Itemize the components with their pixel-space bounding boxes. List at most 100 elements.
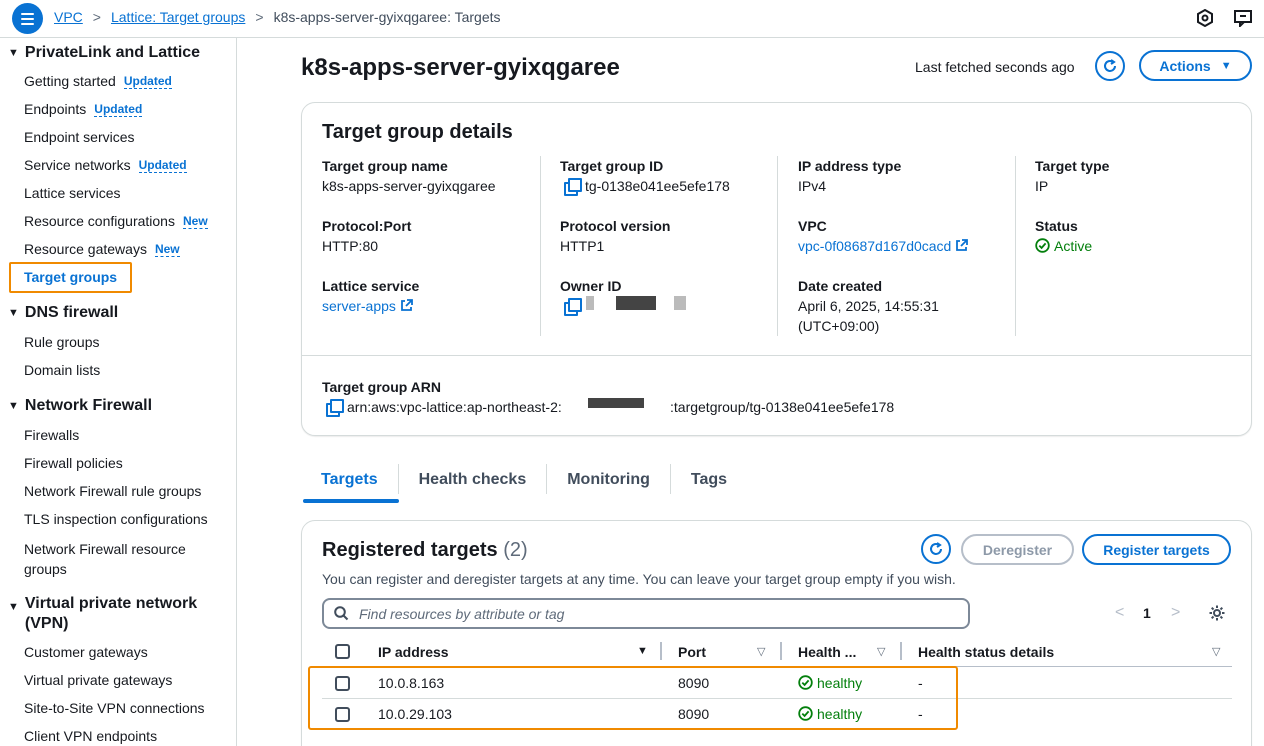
divider	[540, 156, 541, 336]
column-resizer[interactable]	[900, 642, 902, 660]
search-field[interactable]	[322, 598, 970, 629]
active-tab-indicator	[303, 499, 399, 503]
sidebar-item-resource-gateways[interactable]: Resource gateways New	[24, 241, 180, 257]
column-ip-address[interactable]: IP address	[378, 644, 449, 660]
lattice-service-link[interactable]: server-apps	[322, 298, 413, 314]
tab-targets[interactable]: Targets	[301, 464, 399, 494]
vpc-link[interactable]: vpc-0f08687d167d0cacd	[798, 238, 969, 254]
pagination-next-icon[interactable]: >	[1171, 604, 1180, 622]
redacted-block	[674, 296, 686, 310]
last-fetched-text: Last fetched seconds ago	[915, 59, 1075, 75]
new-badge[interactable]: New	[182, 214, 208, 229]
sidebar-item-getting-started[interactable]: Getting started Updated	[24, 73, 172, 89]
refresh-button[interactable]	[1095, 51, 1125, 81]
actions-dropdown-button[interactable]: Actions ▼	[1139, 50, 1252, 81]
breadcrumb-lattice-target-groups[interactable]: Lattice: Target groups	[111, 9, 245, 25]
register-targets-button[interactable]: Register targets	[1082, 534, 1231, 565]
tg-id-value: tg-0138e041ee5efe178	[564, 178, 730, 196]
sidebar-item-site-to-site-vpn[interactable]: Site-to-Site VPN connections	[24, 700, 205, 716]
lattice-service-label: Lattice service	[322, 278, 420, 294]
chevron-right-icon: >	[255, 9, 264, 25]
notifications-icon[interactable]	[1196, 9, 1214, 27]
updated-badge[interactable]: Updated	[138, 158, 187, 173]
registered-targets-title: Registered targets (2)	[322, 539, 528, 561]
sort-icon[interactable]: ▽	[1212, 645, 1220, 658]
sidebar: ▼ PrivateLink and Lattice Getting started…	[0, 38, 237, 746]
sidebar-section-network-firewall[interactable]: ▼ Network Firewall	[8, 397, 152, 415]
sidebar-item-resource-configurations[interactable]: Resource configurations New	[24, 213, 208, 229]
sort-icon[interactable]: ▽	[877, 645, 885, 658]
date-created-timezone: (UTC+09:00)	[798, 318, 880, 334]
tab-tags[interactable]: Tags	[671, 464, 747, 494]
arn-suffix: :targetgroup/tg-0138e041ee5efe178	[670, 399, 895, 415]
search-input[interactable]	[359, 605, 939, 622]
sidebar-item-firewall-policies[interactable]: Firewall policies	[24, 455, 123, 471]
feedback-icon[interactable]	[1234, 9, 1252, 27]
tab-monitoring[interactable]: Monitoring	[547, 464, 671, 494]
sidebar-section-dns-firewall[interactable]: ▼ DNS firewall	[8, 304, 118, 322]
tab-health-checks[interactable]: Health checks	[399, 464, 548, 494]
sort-desc-icon[interactable]: ▼	[637, 645, 648, 657]
sidebar-item-nf-rule-groups[interactable]: Network Firewall rule groups	[24, 483, 201, 499]
column-health-status-details[interactable]: Health status details	[918, 644, 1054, 660]
column-resizer[interactable]	[780, 642, 782, 660]
top-navigation-bar: VPC > Lattice: Target groups > k8s-apps-…	[0, 0, 1264, 38]
sidebar-item-tls-inspection[interactable]: TLS inspection configurations	[24, 511, 208, 527]
hamburger-menu-icon[interactable]	[12, 3, 43, 34]
sidebar-item-client-vpn-endpoints[interactable]: Client VPN endpoints	[24, 728, 157, 744]
sidebar-item-service-networks[interactable]: Service networks Updated	[24, 157, 187, 173]
redacted-block	[588, 398, 644, 408]
copy-icon[interactable]	[564, 178, 582, 196]
sidebar-item-target-groups[interactable]: Target groups	[24, 269, 117, 285]
tg-name-label: Target group name	[322, 158, 448, 174]
top-icons	[1196, 9, 1252, 27]
protocol-version-label: Protocol version	[560, 218, 671, 234]
status-value: Active	[1035, 238, 1092, 254]
divider	[777, 156, 778, 336]
sidebar-item-lattice-services[interactable]: Lattice services	[24, 185, 120, 201]
page-title: k8s-apps-server-gyixqgaree	[301, 54, 620, 81]
external-link-icon	[401, 299, 413, 311]
column-resizer[interactable]	[660, 642, 662, 660]
rows-highlight	[308, 666, 958, 730]
copy-icon[interactable]	[564, 298, 582, 316]
sidebar-section-privatelink[interactable]: ▼ PrivateLink and Lattice	[8, 44, 200, 62]
redacted-block	[586, 296, 594, 310]
caret-down-icon: ▼	[8, 47, 19, 59]
protocol-port-value: HTTP:80	[322, 238, 379, 254]
pagination-prev-icon[interactable]: <	[1115, 604, 1124, 622]
sidebar-section-vpn[interactable]: ▼ Virtual private network (VPN)	[8, 594, 208, 634]
caret-down-icon: ▼	[8, 400, 19, 412]
breadcrumb-vpc[interactable]: VPC	[54, 9, 83, 25]
copy-icon[interactable]	[326, 399, 344, 417]
updated-badge[interactable]: Updated	[123, 74, 172, 89]
refresh-icon	[930, 542, 942, 555]
select-all-checkbox[interactable]	[335, 644, 350, 659]
caret-down-icon: ▼	[1220, 59, 1232, 72]
new-badge[interactable]: New	[154, 242, 180, 257]
search-icon	[334, 606, 349, 621]
targets-refresh-button[interactable]	[921, 534, 951, 564]
sidebar-item-firewalls[interactable]: Firewalls	[24, 427, 79, 443]
sidebar-item-endpoints[interactable]: Endpoints Updated	[24, 101, 143, 117]
tg-name-value: k8s-apps-server-gyixqgaree	[322, 178, 496, 194]
updated-badge[interactable]: Updated	[94, 102, 143, 117]
settings-gear-icon[interactable]	[1208, 604, 1226, 622]
redacted-block	[616, 296, 656, 310]
sidebar-item-customer-gateways[interactable]: Customer gateways	[24, 644, 148, 660]
arn-value: arn:aws:vpc-lattice:ap-northeast-2:	[326, 399, 562, 417]
sidebar-item-domain-lists[interactable]: Domain lists	[24, 362, 100, 378]
target-group-details-card: Target group details Target group name k…	[301, 102, 1252, 436]
sidebar-item-rule-groups[interactable]: Rule groups	[24, 334, 100, 350]
sidebar-item-endpoint-services[interactable]: Endpoint services	[24, 129, 135, 145]
sort-icon[interactable]: ▽	[757, 645, 765, 658]
external-link-icon	[956, 239, 969, 251]
sidebar-item-virtual-private-gateways[interactable]: Virtual private gateways	[24, 672, 172, 688]
breadcrumb-current: k8s-apps-server-gyixqgaree: Targets	[273, 9, 501, 25]
deregister-button[interactable]: Deregister	[961, 534, 1074, 565]
divider	[1015, 156, 1016, 336]
sidebar-item-nf-resource-groups[interactable]: Network Firewall resource groups	[24, 539, 204, 579]
pagination-page[interactable]: 1	[1143, 605, 1151, 621]
column-port[interactable]: Port	[678, 644, 706, 660]
column-health-status[interactable]: Health ...	[798, 644, 856, 660]
